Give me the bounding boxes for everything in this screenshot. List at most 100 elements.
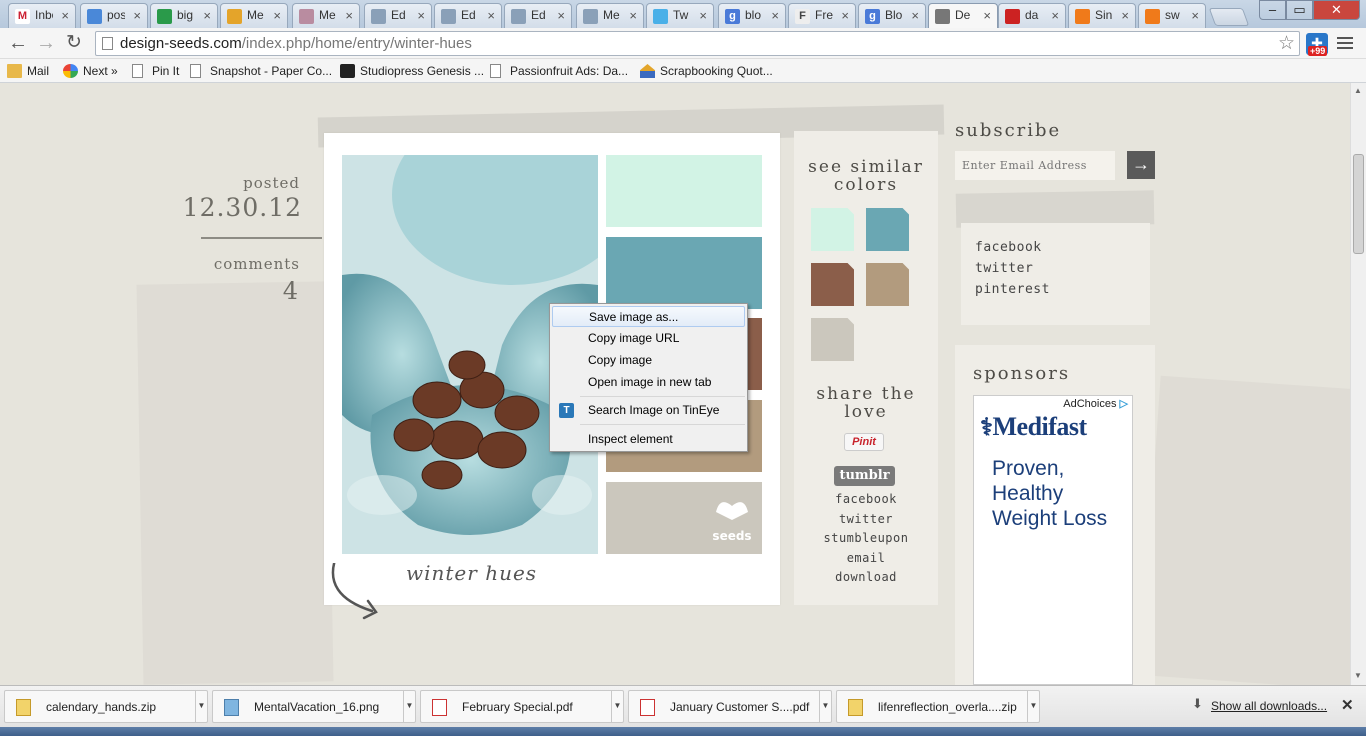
tab[interactable]: Me ×: [292, 3, 360, 28]
medifast-ad[interactable]: AdChoices ▷ ⚕Medifast Proven, Healthy Weig…: [973, 395, 1133, 685]
vertical-scrollbar[interactable]: ▲ ▼: [1350, 83, 1366, 685]
tab[interactable]: big ×: [150, 3, 218, 28]
bookmark-snapshot[interactable]: Snapshot - Paper Co...: [190, 62, 332, 80]
reload-icon[interactable]: ↻: [66, 32, 82, 54]
tab[interactable]: Tw ×: [646, 3, 714, 28]
palette-swatch[interactable]: [606, 237, 762, 309]
chevron-down-icon[interactable]: ▼: [403, 691, 415, 722]
show-all-downloads-link[interactable]: Show all downloads...: [1211, 699, 1327, 713]
chevron-down-icon[interactable]: ▼: [195, 691, 207, 722]
bookmark-next[interactable]: Next »: [63, 62, 118, 80]
close-tab-icon[interactable]: ×: [417, 8, 425, 23]
palette-swatch[interactable]: [606, 155, 762, 227]
menu-copy-image[interactable]: Copy image: [552, 350, 745, 371]
chevron-down-icon[interactable]: ▼: [611, 691, 623, 722]
close-tab-icon[interactable]: ×: [983, 8, 991, 23]
tab[interactable]: pos ×: [80, 3, 148, 28]
chevron-down-icon[interactable]: ▼: [1027, 691, 1039, 722]
tab-strip: MInbox×pos×big×Me×Me×Ed×Ed×Ed×Me×Tw×gblo…: [0, 0, 1366, 29]
palette-swatch[interactable]: seeds: [606, 482, 762, 554]
download-item[interactable]: MentalVacation_16.png ▼: [212, 690, 416, 723]
comments-count[interactable]: 4: [283, 277, 298, 305]
similar-color-swatch[interactable]: [866, 263, 909, 306]
share-facebook-link[interactable]: facebook: [794, 490, 938, 510]
close-downloads-bar-icon[interactable]: ✕: [1341, 696, 1354, 714]
close-tab-icon[interactable]: ×: [629, 8, 637, 23]
bookmark-passionfruit[interactable]: Passionfruit Ads: Da...: [490, 62, 628, 80]
tab[interactable]: g blo ×: [718, 3, 786, 28]
tab[interactable]: Ed ×: [364, 3, 432, 28]
tab[interactable]: Me ×: [220, 3, 288, 28]
tab[interactable]: da ×: [998, 3, 1066, 28]
download-item[interactable]: calendary_hands.zip ▼: [4, 690, 208, 723]
facebook-link[interactable]: facebook: [975, 240, 1042, 255]
twitter-link[interactable]: twitter: [975, 261, 1033, 276]
bookmark-pin-it[interactable]: Pin It: [132, 62, 179, 80]
close-tab-icon[interactable]: ×: [557, 8, 565, 23]
menu-icon[interactable]: [1337, 37, 1353, 52]
download-item[interactable]: February Special.pdf ▼: [420, 690, 624, 723]
close-tab-icon[interactable]: ×: [1191, 8, 1199, 23]
share-stumbleupon-link[interactable]: stumbleupon: [794, 529, 938, 549]
tab[interactable]: De ×: [928, 3, 998, 29]
close-tab-icon[interactable]: ×: [487, 8, 495, 23]
chevron-down-icon[interactable]: ▼: [819, 691, 831, 722]
tab[interactable]: Ed ×: [434, 3, 502, 28]
close-tab-icon[interactable]: ×: [1051, 8, 1059, 23]
close-tab-icon[interactable]: ×: [911, 8, 919, 23]
close-window-button[interactable]: ✕: [1313, 0, 1360, 20]
bookmark-mail[interactable]: Mail: [7, 62, 49, 80]
menu-copy-image-url[interactable]: Copy image URL: [552, 328, 745, 349]
email-input[interactable]: [955, 151, 1115, 180]
scroll-down-icon[interactable]: ▼: [1354, 671, 1362, 680]
back-icon[interactable]: ←: [8, 32, 28, 54]
close-tab-icon[interactable]: ×: [273, 8, 281, 23]
close-tab-icon[interactable]: ×: [61, 8, 69, 23]
similar-color-swatch[interactable]: [866, 208, 909, 251]
close-tab-icon[interactable]: ×: [1121, 8, 1129, 23]
adchoices-link[interactable]: AdChoices ▷: [1059, 396, 1132, 411]
close-tab-icon[interactable]: ×: [841, 8, 849, 23]
download-link[interactable]: download: [794, 568, 938, 588]
tab[interactable]: F Fre ×: [788, 3, 856, 28]
scroll-thumb[interactable]: [1353, 154, 1364, 254]
pinterest-link[interactable]: pinterest: [975, 282, 1050, 297]
close-tab-icon[interactable]: ×: [203, 8, 211, 23]
address-bar[interactable]: design-seeds.com/index.php/home/entry/wi…: [95, 31, 1300, 56]
extension-icon[interactable]: ✚ +99: [1306, 33, 1328, 56]
menu-save-image-as[interactable]: Save image as...: [552, 306, 745, 327]
forward-icon[interactable]: →: [36, 32, 56, 54]
menu-open-image-new-tab[interactable]: Open image in new tab: [552, 372, 745, 393]
menu-search-tineye[interactable]: T Search Image on TinEye: [552, 400, 745, 421]
new-tab-button[interactable]: [1208, 8, 1250, 26]
maximize-button[interactable]: ▭: [1286, 0, 1313, 20]
menu-inspect-element[interactable]: Inspect element: [552, 429, 745, 450]
similar-color-swatch[interactable]: [811, 263, 854, 306]
similar-color-swatch[interactable]: [811, 208, 854, 251]
close-tab-icon[interactable]: ×: [133, 8, 141, 23]
close-tab-icon[interactable]: ×: [699, 8, 707, 23]
tab[interactable]: Ed ×: [504, 3, 572, 28]
tab[interactable]: Me ×: [576, 3, 644, 28]
similar-color-swatch[interactable]: [811, 318, 854, 361]
posted-label: posted: [243, 174, 300, 192]
subscribe-submit-button[interactable]: →: [1127, 151, 1155, 179]
pinit-button[interactable]: Pinit: [844, 433, 884, 451]
scroll-up-icon[interactable]: ▲: [1354, 86, 1362, 95]
share-email-link[interactable]: email: [794, 549, 938, 569]
bookmark-studiopress[interactable]: Studiopress Genesis ...: [340, 62, 484, 80]
bookmark-star-icon[interactable]: ☆: [1278, 32, 1295, 55]
tab[interactable]: M Inbox ×: [8, 3, 76, 28]
close-tab-icon[interactable]: ×: [771, 8, 779, 23]
close-tab-icon[interactable]: ×: [345, 8, 353, 23]
tumblr-button[interactable]: tumblr: [834, 466, 895, 486]
share-twitter-link[interactable]: twitter: [794, 510, 938, 530]
download-item[interactable]: January Customer S....pdf ▼: [628, 690, 832, 723]
download-item[interactable]: lifenreflection_overla....zip ▼: [836, 690, 1040, 723]
tab[interactable]: sw ×: [1138, 3, 1206, 28]
minimize-button[interactable]: –: [1259, 0, 1286, 20]
bookmark-scrapbooking[interactable]: Scrapbooking Quot...: [640, 62, 773, 80]
tab-favicon-icon: g: [725, 9, 740, 24]
tab[interactable]: Sin ×: [1068, 3, 1136, 28]
tab[interactable]: g Blo ×: [858, 3, 926, 28]
